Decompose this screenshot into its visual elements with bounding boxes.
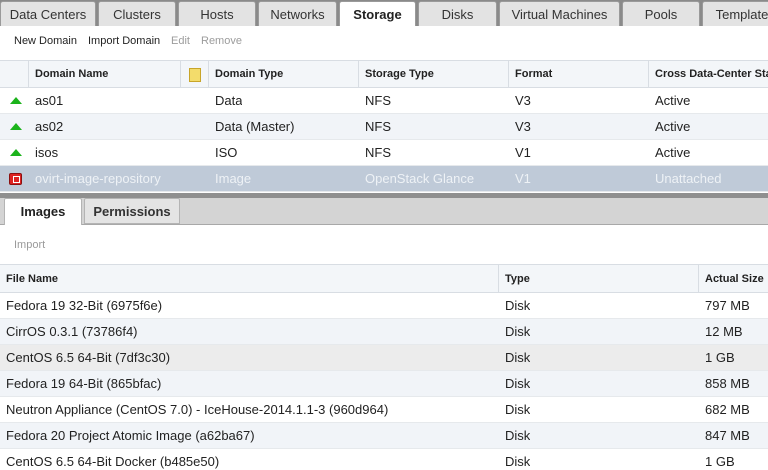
- format: V1: [515, 171, 531, 186]
- table-row[interactable]: Fedora 20 Project Atomic Image (a62ba67)…: [0, 423, 768, 449]
- actual-size: 1 GB: [705, 454, 735, 469]
- grid-header: Domain Name Domain Type Storage Type For…: [0, 60, 768, 88]
- file-name: CirrOS 0.3.1 (73786f4): [6, 324, 138, 339]
- storage-type: NFS: [365, 119, 391, 134]
- grid-header: File Name Type Actual Size: [0, 264, 768, 293]
- file-name: Fedora 19 32-Bit (6975f6e): [6, 298, 163, 313]
- table-row[interactable]: CirrOS 0.3.1 (73786f4) Disk 12 MB: [0, 319, 768, 345]
- actual-size: 797 MB: [705, 298, 750, 313]
- storage-type: NFS: [365, 145, 391, 160]
- cross-dc-status: Unattached: [655, 171, 722, 186]
- detail-tab-bar: Images Permissions: [0, 198, 768, 225]
- column-header-format[interactable]: Format: [509, 61, 649, 88]
- remove-button[interactable]: Remove: [201, 35, 242, 47]
- file-name: CentOS 6.5 64-Bit (7df3c30): [6, 350, 171, 365]
- file-type: Disk: [505, 428, 531, 443]
- format: V3: [515, 93, 531, 108]
- cross-dc-status: Active: [655, 119, 691, 134]
- file-type: Disk: [505, 298, 531, 313]
- cross-dc-status: Active: [655, 145, 691, 160]
- table-row[interactable]: Fedora 19 32-Bit (6975f6e) Disk 797 MB: [0, 293, 768, 319]
- actual-size: 1 GB: [705, 350, 735, 365]
- tab-virtual-machines[interactable]: Virtual Machines: [499, 1, 620, 26]
- file-name: Fedora 20 Project Atomic Image (a62ba67): [6, 428, 255, 443]
- domain-name: isos: [35, 145, 59, 160]
- table-row[interactable]: Fedora 19 64-Bit (865bfac) Disk 858 MB: [0, 371, 768, 397]
- domain-type: Image: [215, 171, 252, 186]
- tab-data-centers[interactable]: Data Centers: [0, 1, 96, 26]
- storage-toolbar: New Domain Import Domain Edit Remove: [0, 26, 768, 60]
- table-row-selected[interactable]: ovirt-image-repository Image OpenStack G…: [0, 166, 768, 192]
- column-header-cross-dc-status[interactable]: Cross Data-Center Status: [649, 61, 768, 88]
- domain-name: ovirt-image-repository: [35, 171, 161, 186]
- tab-images[interactable]: Images: [4, 198, 82, 225]
- file-type: Disk: [505, 324, 531, 339]
- tab-networks[interactable]: Networks: [258, 1, 337, 26]
- new-domain-button[interactable]: New Domain: [14, 35, 77, 47]
- domain-type: Data (Master): [215, 119, 295, 134]
- column-header-type[interactable]: Type: [499, 265, 699, 293]
- file-type: Disk: [505, 376, 531, 391]
- import-button[interactable]: Import: [14, 239, 45, 251]
- actual-size: 847 MB: [705, 428, 750, 443]
- cross-dc-status: Active: [655, 93, 691, 108]
- tab-pools[interactable]: Pools: [622, 1, 700, 26]
- tab-storage[interactable]: Storage: [339, 1, 416, 26]
- comment-column-header[interactable]: [181, 61, 209, 88]
- file-type: Disk: [505, 402, 531, 417]
- file-name: Fedora 19 64-Bit (865bfac): [6, 376, 162, 391]
- images-toolbar: Import: [0, 225, 768, 264]
- import-domain-button[interactable]: Import Domain: [88, 35, 160, 47]
- table-row[interactable]: as01 Data NFS V3 Active: [0, 88, 768, 114]
- actual-size: 12 MB: [705, 324, 743, 339]
- file-type: Disk: [505, 454, 531, 469]
- storage-type: NFS: [365, 93, 391, 108]
- table-row[interactable]: CentOS 6.5 64-Bit (7df3c30) Disk 1 GB: [0, 345, 768, 371]
- domain-name: as02: [35, 119, 64, 134]
- images-grid: File Name Type Actual Size Fedora 19 32-…: [0, 264, 768, 470]
- table-row[interactable]: as02 Data (Master) NFS V3 Active: [0, 114, 768, 140]
- actual-size: 858 MB: [705, 376, 750, 391]
- table-row[interactable]: Neutron Appliance (CentOS 7.0) - IceHous…: [0, 397, 768, 423]
- storage-type: OpenStack Glance: [365, 171, 475, 186]
- status-column-header[interactable]: [0, 61, 29, 88]
- column-header-actual-size[interactable]: Actual Size: [699, 265, 768, 293]
- format: V1: [515, 145, 531, 160]
- domain-name: as01: [35, 93, 64, 108]
- column-header-domain-type[interactable]: Domain Type: [209, 61, 359, 88]
- table-row[interactable]: isos ISO NFS V1 Active: [0, 140, 768, 166]
- tab-disks[interactable]: Disks: [418, 1, 497, 26]
- tab-permissions[interactable]: Permissions: [84, 198, 180, 224]
- domain-type: ISO: [215, 145, 238, 160]
- storage-domains-grid: Domain Name Domain Type Storage Type For…: [0, 60, 768, 193]
- edit-button[interactable]: Edit: [171, 35, 190, 47]
- up-arrow-icon: [10, 123, 22, 130]
- file-type: Disk: [505, 350, 531, 365]
- column-header-storage-type[interactable]: Storage Type: [359, 61, 509, 88]
- column-header-domain-name[interactable]: Domain Name: [29, 61, 181, 88]
- file-name: CentOS 6.5 64-Bit Docker (b485e50): [6, 454, 220, 469]
- top-tab-bar: Data Centers Clusters Hosts Networks Sto…: [0, 0, 768, 26]
- up-arrow-icon: [10, 97, 22, 104]
- comment-icon: [189, 68, 201, 82]
- tab-clusters[interactable]: Clusters: [98, 1, 176, 26]
- down-status-icon: [9, 173, 22, 185]
- domain-type: Data: [215, 93, 243, 108]
- table-row[interactable]: CentOS 6.5 64-Bit Docker (b485e50) Disk …: [0, 449, 768, 470]
- tab-hosts[interactable]: Hosts: [178, 1, 256, 26]
- file-name: Neutron Appliance (CentOS 7.0) - IceHous…: [6, 402, 389, 417]
- column-header-file-name[interactable]: File Name: [0, 265, 499, 293]
- actual-size: 682 MB: [705, 402, 750, 417]
- format: V3: [515, 119, 531, 134]
- tab-templates[interactable]: Template: [702, 1, 768, 26]
- up-arrow-icon: [10, 149, 22, 156]
